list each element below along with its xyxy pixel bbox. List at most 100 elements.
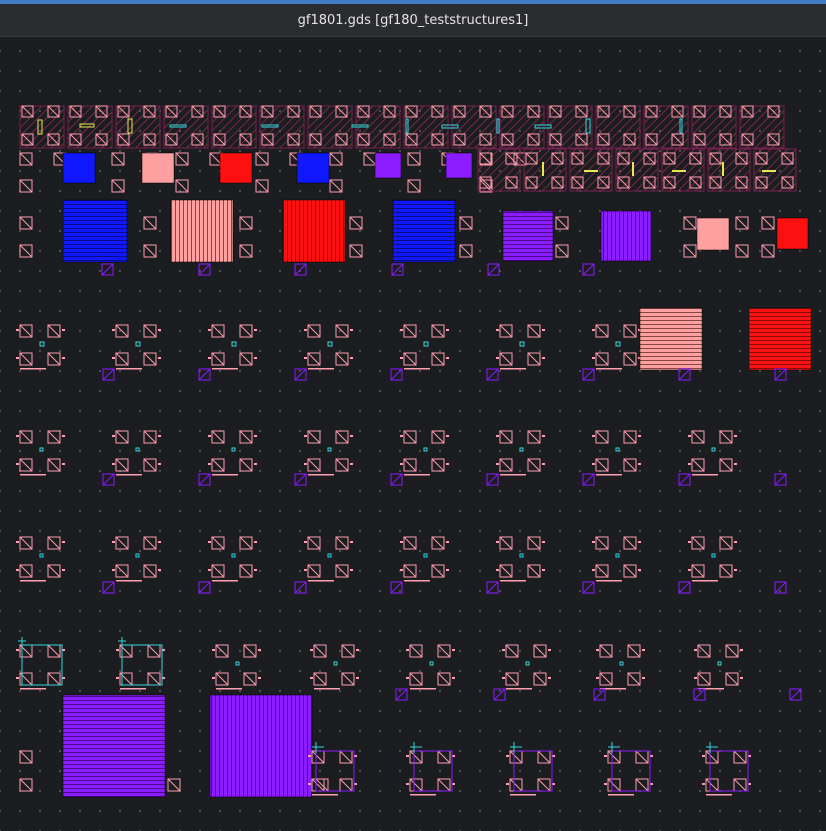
pad-diagonal — [607, 750, 621, 764]
pad-diagonal — [719, 564, 733, 578]
pad-diagonal — [623, 458, 637, 472]
pad-diagonal — [239, 244, 253, 258]
pad-diagonal — [307, 536, 321, 550]
pad-tick — [400, 569, 403, 571]
pad-tick — [446, 463, 449, 465]
pad-tick — [592, 463, 595, 465]
pad-diagonal — [555, 216, 569, 230]
marker-diagonal — [102, 368, 115, 381]
pad-tick — [116, 649, 119, 651]
pad-diagonal — [437, 750, 451, 764]
pad-diagonal — [243, 644, 257, 658]
pad-tick — [406, 677, 409, 679]
well-outline — [513, 750, 553, 792]
pad-tick — [254, 329, 257, 331]
layout-canvas[interactable] — [0, 37, 826, 831]
metal-square — [776, 217, 809, 250]
pad-diagonal — [143, 216, 157, 230]
device-shape — [231, 341, 237, 347]
pad-tick — [406, 755, 409, 757]
pad-tick — [258, 677, 261, 679]
pad-diagonal — [705, 778, 719, 792]
device-shape — [423, 447, 428, 452]
pad-diagonal — [431, 564, 445, 578]
metal-density-block — [209, 694, 313, 798]
pad-tick — [638, 463, 641, 465]
pad-diagonal — [143, 430, 157, 444]
pad-diagonal — [527, 324, 541, 338]
pad-diagonal — [409, 644, 423, 658]
pad-diagonal — [307, 564, 321, 578]
pad-diagonal — [307, 352, 321, 366]
pad-diagonal — [431, 458, 445, 472]
pad-diagonal — [407, 152, 421, 166]
pad-diagonal — [47, 536, 61, 550]
pad-diagonal — [459, 216, 473, 230]
device-shape — [762, 170, 776, 172]
pad-tick — [254, 357, 257, 359]
pad-diagonal — [607, 778, 621, 792]
pad-diagonal — [407, 179, 421, 193]
pad-diagonal — [363, 152, 377, 166]
pad-diagonal — [705, 750, 719, 764]
pad-tick — [16, 329, 19, 331]
pad-diagonal — [19, 244, 33, 258]
pad-diagonal — [239, 324, 253, 338]
marker-diagonal — [198, 581, 211, 594]
pad-diagonal — [47, 644, 61, 658]
structure-label-mark — [20, 688, 46, 690]
pad-diagonal — [499, 324, 513, 338]
marker-diagonal — [294, 581, 307, 594]
structure-label-mark — [20, 580, 46, 582]
marker-diagonal — [593, 688, 606, 701]
pad-tick — [734, 569, 737, 571]
pad-diagonal — [47, 458, 61, 472]
device-shape — [327, 341, 333, 347]
pad-diagonal — [431, 536, 445, 550]
structure-label-mark — [410, 688, 436, 690]
pad-diagonal — [691, 430, 705, 444]
structure-label-mark — [212, 368, 238, 370]
marker-diagonal — [678, 368, 691, 381]
pad-diagonal — [623, 536, 637, 550]
pad-tick — [446, 541, 449, 543]
pad-diagonal — [527, 458, 541, 472]
device-shape — [519, 341, 525, 347]
pad-diagonal — [47, 430, 61, 444]
pad-diagonal — [335, 536, 349, 550]
layout-drawing[interactable] — [0, 37, 826, 831]
pad-diagonal — [255, 179, 269, 193]
pad-tick — [158, 435, 161, 437]
pad-diagonal — [409, 778, 423, 792]
pad-tick — [638, 435, 641, 437]
device-shape — [327, 553, 332, 558]
device-shape — [519, 553, 524, 558]
pad-diagonal — [403, 458, 417, 472]
pad-tick — [62, 541, 65, 543]
pad-diagonal — [349, 244, 363, 258]
pad-tick — [310, 677, 313, 679]
pad-diagonal — [19, 216, 33, 230]
device-shape — [619, 661, 624, 666]
pad-tick — [506, 755, 509, 757]
marker-diagonal — [102, 473, 115, 486]
pad-diagonal — [143, 458, 157, 472]
pad-tick — [702, 755, 705, 757]
pad-diagonal — [111, 152, 125, 166]
pad-diagonal — [111, 179, 125, 193]
pad-tick — [308, 755, 311, 757]
device-shape — [135, 553, 140, 558]
pad-tick — [694, 677, 697, 679]
device-shape — [135, 447, 140, 452]
structure-label-mark — [404, 368, 430, 370]
pad-diagonal — [143, 244, 157, 258]
device-shape — [717, 661, 722, 666]
device-shape — [711, 553, 716, 558]
marker-diagonal — [693, 688, 706, 701]
pad-diagonal — [599, 672, 613, 686]
pad-diagonal — [735, 244, 749, 258]
window-title-bar[interactable]: gf1801.gds [gf180_teststructures1] — [0, 4, 826, 37]
pad-tick — [642, 649, 645, 651]
structure-label-mark — [216, 688, 242, 690]
marker-diagonal — [390, 581, 403, 594]
